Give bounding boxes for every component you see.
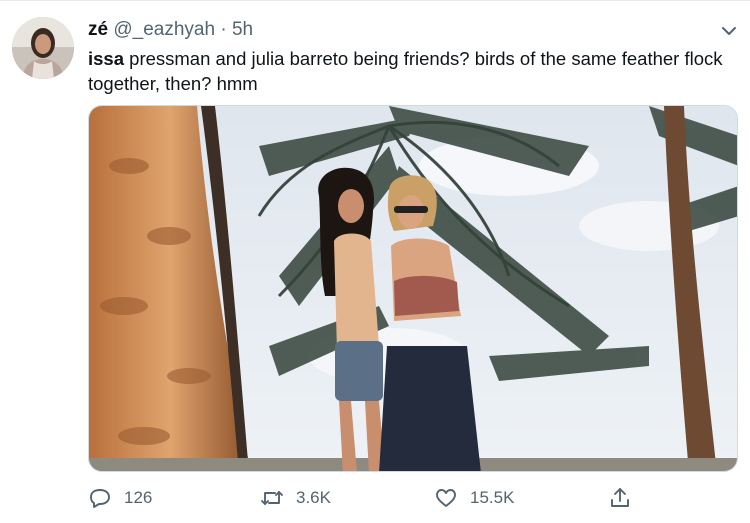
tweet-card[interactable]: zé @_eazhyah · 5h issa pressman and juli… [0,0,750,523]
share-icon [611,488,629,507]
share-button[interactable] [608,483,632,513]
tweet-text: issa pressman and julia barreto being fr… [88,46,728,96]
separator-dot: · [220,19,227,40]
like-button[interactable]: 15.5K [434,483,514,513]
avatar[interactable] [12,17,74,79]
tweet-photo[interactable] [88,105,738,472]
reply-count: 126 [124,488,153,507]
chevron-down-icon[interactable] [719,21,739,41]
retweet-count: 3.6K [296,488,331,507]
like-count: 15.5K [470,488,515,507]
reply-button[interactable]: 126 [88,483,152,513]
author-name[interactable]: zé [88,19,108,40]
like-icon [436,489,456,507]
tweet-actions: 126 3.6K 15.5K [88,483,648,513]
tweet-header: zé @_eazhyah · 5h [88,19,253,41]
retweet-icon [261,491,283,505]
tweet-text-bold: issa [88,48,125,69]
reply-icon [90,489,110,508]
timestamp[interactable]: 5h [232,19,253,40]
author-handle[interactable]: @_eazhyah [113,19,215,40]
tweet-text-rest: pressman and julia barreto being friends… [88,48,723,94]
retweet-button[interactable]: 3.6K [260,483,331,513]
